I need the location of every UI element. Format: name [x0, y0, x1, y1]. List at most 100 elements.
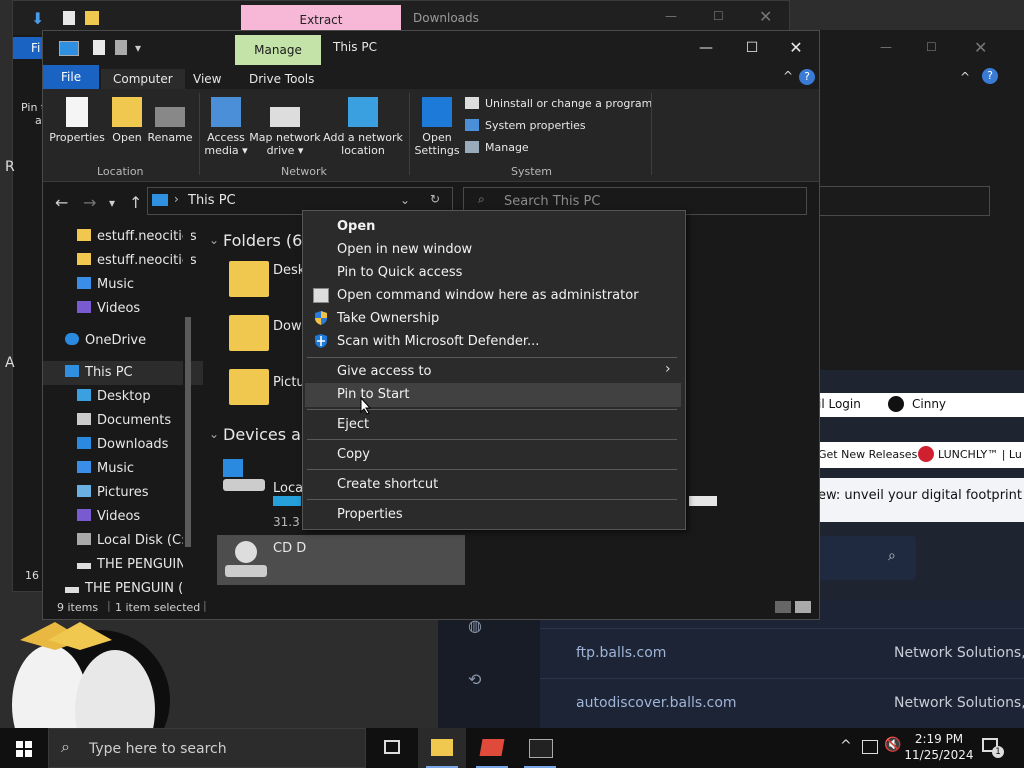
menu-item-properties[interactable]: Properties	[337, 504, 403, 526]
result-row[interactable]: ftp.balls.com Network Solutions, L	[540, 628, 1024, 679]
network-icon[interactable]	[862, 740, 878, 754]
properties-button[interactable]: Properties	[49, 97, 105, 144]
start-button[interactable]	[0, 728, 48, 768]
nav-item-music[interactable]: Music	[77, 273, 134, 297]
back-arrow-icon[interactable]: ←	[55, 193, 68, 212]
menu-item-cmd-admin[interactable]: Open command window here as administrato…	[337, 285, 639, 307]
notification-center-button[interactable]: 1	[980, 736, 1004, 758]
menu-item-open[interactable]: Open	[337, 216, 375, 238]
customize-quick-access-icon[interactable]: ▾	[135, 41, 141, 55]
volume-muted-icon[interactable]: 🔇	[884, 737, 901, 753]
nav-item-music-2[interactable]: Music	[77, 457, 134, 481]
new-folder-icon[interactable]	[115, 40, 127, 55]
access-media-button[interactable]: Access media ▾	[203, 97, 249, 157]
chevron-down-icon[interactable]: ⌄	[209, 233, 219, 247]
add-network-location-button[interactable]: Add a network location	[323, 97, 403, 157]
minimize-icon[interactable]: —	[665, 9, 677, 23]
extract-tab[interactable]: Extract	[241, 5, 401, 31]
open-settings-button[interactable]: Open Settings	[413, 97, 461, 157]
nav-item-downloads[interactable]: Downloads	[77, 433, 168, 457]
nav-item-pictures[interactable]: Pictures	[77, 481, 148, 505]
menu-item-create-shortcut[interactable]: Create shortcut	[337, 474, 438, 496]
history-icon[interactable]: ⟲	[468, 670, 481, 689]
result-row[interactable]: autodiscover.balls.com Network Solutions…	[540, 678, 1024, 729]
penguin-image	[0, 610, 190, 768]
maximize-icon[interactable]: ☐	[713, 9, 724, 23]
chevron-down-icon[interactable]: ⌄	[400, 193, 410, 207]
open-button[interactable]: Open	[109, 97, 145, 144]
map-network-drive-button[interactable]: Map network drive ▾	[249, 97, 321, 157]
menu-item-give-access[interactable]: Give access to	[337, 361, 432, 383]
menu-item-scan-defender[interactable]: Scan with Microsoft Defender...	[337, 331, 539, 353]
bookmark-login[interactable]: il Login	[818, 397, 861, 411]
nav-item-documents[interactable]: Documents	[77, 409, 171, 433]
search-placeholder: Search This PC	[504, 194, 601, 209]
minimize-icon[interactable]: —	[880, 40, 892, 54]
nav-item-videos-2[interactable]: Videos	[77, 505, 140, 529]
manage-button[interactable]: Manage	[465, 141, 529, 154]
chevron-up-icon[interactable]: ^	[783, 69, 793, 83]
titlebar[interactable]: ▾ Manage This PC — ☐ ✕	[43, 31, 819, 65]
tab-file[interactable]: File	[43, 65, 100, 89]
manage-tab[interactable]: Manage	[235, 35, 321, 65]
help-icon[interactable]: ?	[799, 69, 815, 85]
nav-item-desktop[interactable]: Desktop	[77, 385, 151, 409]
help-icon[interactable]: ?	[982, 68, 998, 84]
nav-item-videos[interactable]: Videos	[77, 297, 140, 321]
forward-arrow-icon[interactable]: →	[83, 193, 96, 212]
properties-icon	[66, 97, 88, 127]
bookmark-releases[interactable]: Get New Releases	[818, 448, 917, 461]
taskbar-search[interactable]: ⌕ Type here to search	[48, 728, 366, 768]
minimize-button[interactable]: —	[683, 31, 729, 65]
bookmark-lunchly[interactable]: LUNCHLY™ | Lu	[938, 448, 1022, 461]
recent-locations-icon[interactable]: ▾	[109, 196, 115, 210]
menu-item-pin-quick-access[interactable]: Pin to Quick access	[337, 262, 462, 284]
close-button[interactable]: ✕	[773, 31, 819, 65]
taskbar-terminal[interactable]	[516, 728, 564, 768]
drive-local-disk[interactable]: Loca	[273, 481, 303, 496]
up-arrow-icon[interactable]: ↑	[129, 193, 142, 212]
folder-pictures[interactable]: Pictu	[273, 375, 305, 390]
details-view-icon[interactable]	[775, 601, 791, 613]
properties-icon[interactable]	[93, 40, 105, 55]
task-view-button[interactable]	[368, 728, 416, 768]
cd-drive-item[interactable]: CD D	[217, 535, 465, 585]
refresh-icon[interactable]: ↻	[430, 192, 440, 206]
large-icons-view-icon[interactable]	[795, 601, 811, 613]
taskbar-browser[interactable]	[468, 728, 516, 768]
chevron-down-icon[interactable]: ⌄	[209, 427, 219, 441]
folders-section-header[interactable]: Folders (6)	[223, 231, 309, 250]
tab-computer[interactable]: Computer	[101, 69, 185, 89]
uninstall-program-button[interactable]: Uninstall or change a program	[465, 97, 652, 110]
nav-item-estuff-1[interactable]: estuff.neocities	[77, 225, 197, 249]
chevron-up-icon[interactable]: ^	[960, 70, 970, 84]
status-separator: |	[203, 599, 207, 612]
menu-item-eject[interactable]: Eject	[337, 414, 369, 436]
nav-item-this-pc[interactable]: This PC	[43, 361, 203, 385]
menu-item-copy[interactable]: Copy	[337, 444, 370, 466]
nav-item-penguin-2[interactable]: THE PENGUIN (	[65, 577, 183, 597]
clock[interactable]: 2:19 PM 11/25/2024	[904, 731, 974, 763]
menu-item-take-ownership[interactable]: Take Ownership	[337, 308, 439, 330]
rename-button[interactable]: Rename	[147, 97, 193, 144]
chevron-up-icon[interactable]: ^	[840, 738, 852, 754]
taskbar-file-explorer[interactable]	[418, 728, 466, 768]
bookmark-cinny[interactable]: Cinny	[912, 397, 946, 411]
menu-item-open-new-window[interactable]: Open in new window	[337, 239, 472, 261]
nav-item-onedrive[interactable]: OneDrive	[65, 329, 146, 353]
host-cell[interactable]: ftp.balls.com	[576, 645, 666, 661]
nav-item-penguin[interactable]: THE PENGUIN	[77, 553, 186, 577]
system-properties-button[interactable]: System properties	[465, 119, 586, 132]
close-icon[interactable]: ✕	[759, 7, 772, 26]
browser-search-button[interactable]: ⌕	[818, 536, 916, 580]
tab-view[interactable]: View	[181, 69, 233, 89]
nav-item-estuff-2[interactable]: estuff.neocities	[77, 249, 197, 273]
nav-scrollbar-thumb[interactable]	[185, 317, 191, 547]
tab-drive-tools[interactable]: Drive Tools	[237, 69, 326, 89]
host-cell[interactable]: autodiscover.balls.com	[576, 695, 737, 711]
maximize-button[interactable]: ☐	[729, 31, 775, 65]
nav-item-local-disk[interactable]: Local Disk (C:)	[77, 529, 190, 553]
maximize-icon[interactable]: ☐	[926, 40, 937, 54]
close-icon[interactable]: ✕	[974, 38, 987, 57]
menu-item-pin-start[interactable]: Pin to Start	[337, 384, 409, 406]
